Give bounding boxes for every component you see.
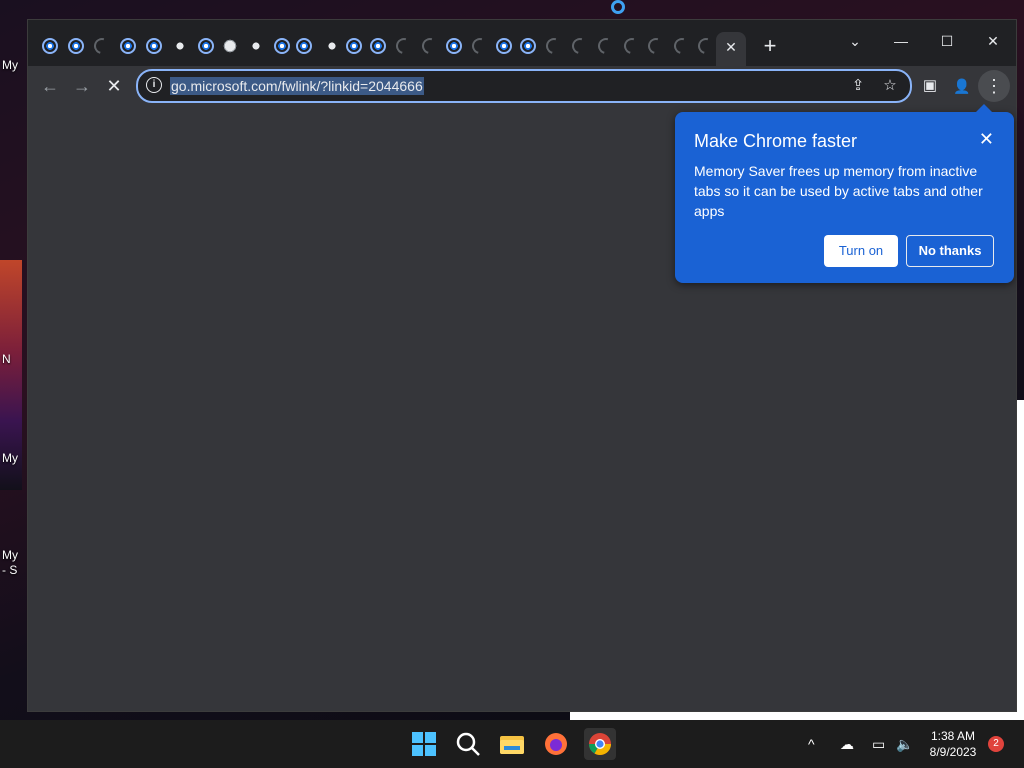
minimize-button[interactable]: — <box>878 26 924 56</box>
tab-loading-icon[interactable] <box>595 35 617 57</box>
tab-favicon-icon[interactable] <box>346 38 362 54</box>
desktop-icon-label[interactable]: My <box>2 548 18 562</box>
address-bar[interactable]: i go.microsoft.com/fwlink/?linkid=204466… <box>136 69 912 103</box>
tab-favicon-icon[interactable] <box>274 38 290 54</box>
notification-badge[interactable]: 2 <box>988 736 1004 752</box>
background-window[interactable] <box>570 712 1024 720</box>
volume-icon[interactable]: 🔈 <box>896 736 913 753</box>
promo-body: Memory Saver frees up memory from inacti… <box>694 163 983 219</box>
tab-favicon-icon[interactable] <box>324 38 340 54</box>
clock-time: 1:38 AM <box>930 729 976 743</box>
tab-search-dropdown-icon[interactable]: ⌄ <box>832 26 878 56</box>
tab-loading-icon[interactable] <box>621 35 643 57</box>
start-button[interactable] <box>408 728 440 760</box>
background-window[interactable] <box>1016 400 1024 720</box>
no-thanks-button[interactable]: No thanks <box>906 235 994 267</box>
back-button[interactable]: ← <box>34 70 66 102</box>
taskbar-clock[interactable]: 1:38 AM 8/9/2023 <box>918 728 988 760</box>
new-tab-button[interactable]: + <box>758 34 782 58</box>
share-icon[interactable]: ⇪ <box>848 76 868 96</box>
site-info-icon[interactable]: i <box>146 77 162 93</box>
side-panel-icon[interactable]: ▣ <box>914 70 946 102</box>
chrome-menu-button[interactable]: ⋮ <box>978 70 1010 102</box>
chrome-taskbar-button[interactable] <box>584 728 616 760</box>
tab-loading-icon[interactable] <box>569 35 591 57</box>
bookmark-star-icon[interactable]: ☆ <box>880 76 900 96</box>
tab-favicon-icon[interactable] <box>42 38 58 54</box>
forward-button[interactable]: → <box>66 70 98 102</box>
tab-loading-icon[interactable] <box>469 35 491 57</box>
tab-loading-icon[interactable] <box>671 35 693 57</box>
promo-arrow <box>976 104 992 112</box>
active-tab[interactable]: ✕ <box>716 32 746 66</box>
tab-close-icon[interactable]: ✕ <box>716 32 746 62</box>
onedrive-icon[interactable]: ☁ <box>840 736 854 753</box>
tab-favicon-icon[interactable] <box>520 38 536 54</box>
search-icon <box>456 732 480 756</box>
memory-saver-promo: Make Chrome faster ✕ Memory Saver frees … <box>675 104 1014 283</box>
tab-loading-icon[interactable] <box>695 35 717 57</box>
tab-favicon-icon[interactable] <box>198 38 214 54</box>
profile-icon[interactable]: 👤 <box>946 70 978 102</box>
firefox-icon <box>545 733 567 755</box>
tab-favicon-icon[interactable] <box>68 38 84 54</box>
maximize-button[interactable]: ☐ <box>924 26 970 56</box>
file-explorer-button[interactable] <box>496 728 528 760</box>
tab-strip: ✕ + ⌄ — ☐ ✕ <box>28 20 1016 66</box>
tab-favicon-icon[interactable] <box>446 38 462 54</box>
show-hidden-icons-chevron[interactable]: ^ <box>808 736 815 752</box>
folder-icon <box>500 736 524 754</box>
network-icon[interactable]: ▭ <box>872 736 885 753</box>
firefox-button[interactable] <box>540 728 572 760</box>
tab-favicon-icon[interactable] <box>496 38 512 54</box>
tab-loading-icon[interactable] <box>543 35 565 57</box>
promo-close-button[interactable]: ✕ <box>979 129 994 150</box>
tab-favicon-icon[interactable] <box>120 38 136 54</box>
tab-loading-icon[interactable] <box>91 35 113 57</box>
tab-favicon-icon[interactable] <box>248 38 264 54</box>
browser-toolbar: ← → ✕ i go.microsoft.com/fwlink/?linkid=… <box>28 66 1016 106</box>
turn-on-button[interactable]: Turn on <box>824 235 898 267</box>
tab-favicon-icon[interactable] <box>146 38 162 54</box>
chrome-icon <box>589 733 611 755</box>
promo-title: Make Chrome faster <box>694 131 858 151</box>
tab-loading-icon[interactable] <box>419 35 441 57</box>
stop-loading-button[interactable]: ✕ <box>98 70 130 102</box>
tab-favicon-icon[interactable] <box>370 38 386 54</box>
url-text[interactable]: go.microsoft.com/fwlink/?linkid=2044666 <box>170 77 424 95</box>
taskbar: ^ ☁ ▭ 🔈 1:38 AM 8/9/2023 2 <box>0 720 1024 768</box>
clock-date: 8/9/2023 <box>929 745 977 759</box>
desktop-icon-label[interactable]: My <box>2 58 18 72</box>
busy-cursor-icon <box>611 0 625 14</box>
tab-favicon-icon[interactable] <box>296 38 312 54</box>
desktop-icon-label[interactable]: N <box>2 352 11 366</box>
tab-loading-icon[interactable] <box>645 35 667 57</box>
desktop-icon-label[interactable]: - S <box>2 563 17 577</box>
windows-icon <box>412 732 436 756</box>
tab-favicon-icon[interactable] <box>172 38 188 54</box>
tab-loading-icon[interactable] <box>393 35 415 57</box>
search-button[interactable] <box>452 728 484 760</box>
tab-globe-icon[interactable] <box>222 38 238 54</box>
close-window-button[interactable]: ✕ <box>970 26 1016 56</box>
desktop-icon-label[interactable]: My <box>2 451 18 465</box>
